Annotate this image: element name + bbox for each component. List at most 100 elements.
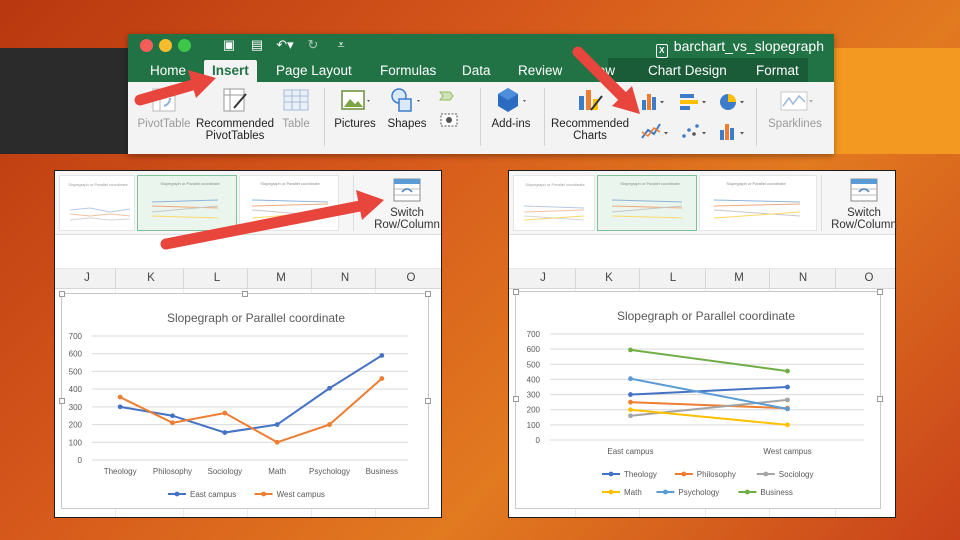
minimize-window-button[interactable] [159, 39, 172, 52]
save-icon[interactable]: ▤ [248, 37, 266, 53]
y-tick-label: 700 [527, 330, 541, 339]
chart-style-thumbnail-selected[interactable]: Slopegraph or Parallel coordinate [597, 175, 697, 231]
switch-row-column-button[interactable]: Switch Row/Column [829, 177, 899, 231]
x-tick-label: West campus [763, 447, 811, 456]
resize-handle[interactable] [242, 291, 248, 297]
resize-handle[interactable] [425, 398, 431, 404]
tab-formulas[interactable]: Formulas [372, 60, 444, 82]
thumbnail-preview: Slopegraph or Parallel coordinate [68, 182, 131, 221]
sparklines-button[interactable]: Sparklines [764, 86, 826, 130]
legend-swatch-marker [608, 471, 614, 477]
line-chart-icon[interactable] [641, 123, 668, 139]
tab-data[interactable]: Data [454, 60, 499, 82]
column-header-o[interactable]: O [401, 272, 421, 284]
legend-swatch-marker [608, 489, 614, 495]
chart-style-thumbnail-selected[interactable]: Slopegraph or Parallel coordinate [137, 175, 237, 231]
tab-chart-design[interactable]: Chart Design [640, 60, 735, 82]
resize-handle[interactable] [513, 289, 519, 295]
x-tick-label: Math [268, 467, 286, 476]
chart-style-thumbnail[interactable]: Slopegraph or Parallel coordinate [59, 175, 135, 231]
tab-page-layout[interactable]: Page Layout [268, 60, 360, 82]
legend-swatch-marker [261, 491, 266, 497]
pie-chart-icon[interactable] [720, 94, 744, 110]
x-tick-label: Business [366, 467, 398, 476]
switch-row-column-label-2: Row/Column [831, 219, 897, 231]
column-header-j[interactable]: J [533, 272, 553, 284]
column-header-o[interactable]: O [859, 272, 879, 284]
sidebar-toggle-icon[interactable]: ▣ [220, 37, 238, 53]
legend-swatch-marker [174, 491, 180, 497]
thumbnail-title: Slopegraph or Parallel coordinate [260, 181, 320, 186]
tab-view[interactable]: View [598, 60, 623, 82]
resize-handle[interactable] [877, 396, 883, 402]
column-chart-icon[interactable] [642, 94, 664, 110]
column-header-l[interactable]: L [207, 272, 227, 284]
resize-handle[interactable] [59, 291, 65, 297]
recommended-charts-label-1: Recommended [551, 118, 629, 130]
chart-type-gallery [641, 94, 744, 140]
recommended-charts-button[interactable]: Recommended Charts [550, 86, 630, 142]
chart-style-thumbnail[interactable]: Slopegraph or Parallel coordinate [239, 175, 339, 231]
tab-insert[interactable]: Insert [204, 60, 257, 82]
data-point [785, 422, 790, 428]
bar-chart-icon[interactable] [680, 94, 706, 110]
redo-icon[interactable]: ↻ [304, 37, 322, 53]
chart-style-thumbnail[interactable]: Slopegraph or Parallel coordinate [699, 175, 817, 231]
maximize-window-button[interactable] [178, 39, 191, 52]
resize-handle[interactable] [513, 396, 519, 402]
chart-area-right[interactable]: Slopegraph or Parallel coordinate 0 100 200… [513, 289, 883, 509]
data-point [628, 407, 633, 413]
pictures-button[interactable]: Pictures [332, 86, 378, 130]
recommended-pivottables-button[interactable]: Recommended PivotTables [194, 86, 276, 142]
customize-toolbar-icon[interactable]: ⩡ [332, 37, 350, 53]
chart-area-left[interactable]: Slopegraph or Parallel coordinate 0 100 200… [59, 291, 431, 509]
data-point [628, 399, 633, 405]
y-tick-label: 0 [536, 436, 541, 445]
pictures-label: Pictures [334, 118, 376, 130]
statistic-chart-icon[interactable] [720, 124, 744, 140]
data-point [170, 420, 175, 426]
thumbnail-preview: Slopegraph or Parallel coordinate [523, 182, 585, 221]
sparklines-label: Sparklines [768, 118, 822, 130]
legend-label: Math [624, 488, 642, 497]
data-point [222, 410, 228, 416]
tab-home[interactable]: Home [142, 60, 194, 82]
close-window-button[interactable] [140, 39, 153, 52]
resize-handle[interactable] [59, 398, 65, 404]
chart-title: Slopegraph or Parallel coordinate [617, 309, 795, 323]
ribbon-tools: PivotTable Recommended PivotTables Table [128, 82, 834, 154]
x-tick-label: Psychology [309, 467, 350, 476]
column-header-n[interactable]: N [335, 272, 355, 284]
screenshot-icon [440, 113, 458, 127]
chart-style-thumbnail[interactable]: Slopegraph or Parallel coordinate [513, 175, 595, 231]
tab-review[interactable]: Review [510, 60, 570, 82]
column-header-l[interactable]: L [663, 272, 683, 284]
series-line [630, 348, 788, 373]
column-header-j[interactable]: J [77, 272, 97, 284]
y-tick-label: 400 [69, 385, 83, 394]
table-button[interactable]: Table [278, 86, 314, 130]
resize-handle[interactable] [877, 289, 883, 295]
switch-row-column-button[interactable]: Switch Row/Column [371, 177, 443, 231]
column-header-k[interactable]: K [599, 272, 619, 284]
tab-format[interactable]: Format [748, 60, 807, 82]
x-tick-label: Theology [104, 467, 137, 476]
resize-handle[interactable] [425, 291, 431, 297]
smartart-button[interactable] [438, 86, 462, 134]
column-header-n[interactable]: N [793, 272, 813, 284]
column-header-k[interactable]: K [141, 272, 161, 284]
column-header-row: J K L M N O [55, 269, 441, 289]
gallery-separator [821, 175, 822, 231]
shapes-button[interactable]: Shapes [382, 86, 432, 130]
switch-row-column-icon [850, 178, 878, 202]
column-header-m[interactable]: M [271, 272, 291, 284]
pivot-table-button[interactable]: PivotTable [136, 86, 192, 130]
x-tick-label: East campus [607, 447, 653, 456]
undo-icon[interactable]: ↶▾ [276, 37, 294, 53]
thumbnail-title: Slopegraph or Parallel coordinate [525, 182, 585, 187]
column-header-m[interactable]: M [729, 272, 749, 284]
y-tick-label: 300 [527, 391, 541, 400]
add-ins-button[interactable]: Add-ins [486, 86, 536, 130]
y-tick-label: 500 [69, 367, 83, 376]
scatter-chart-icon[interactable] [682, 124, 706, 138]
